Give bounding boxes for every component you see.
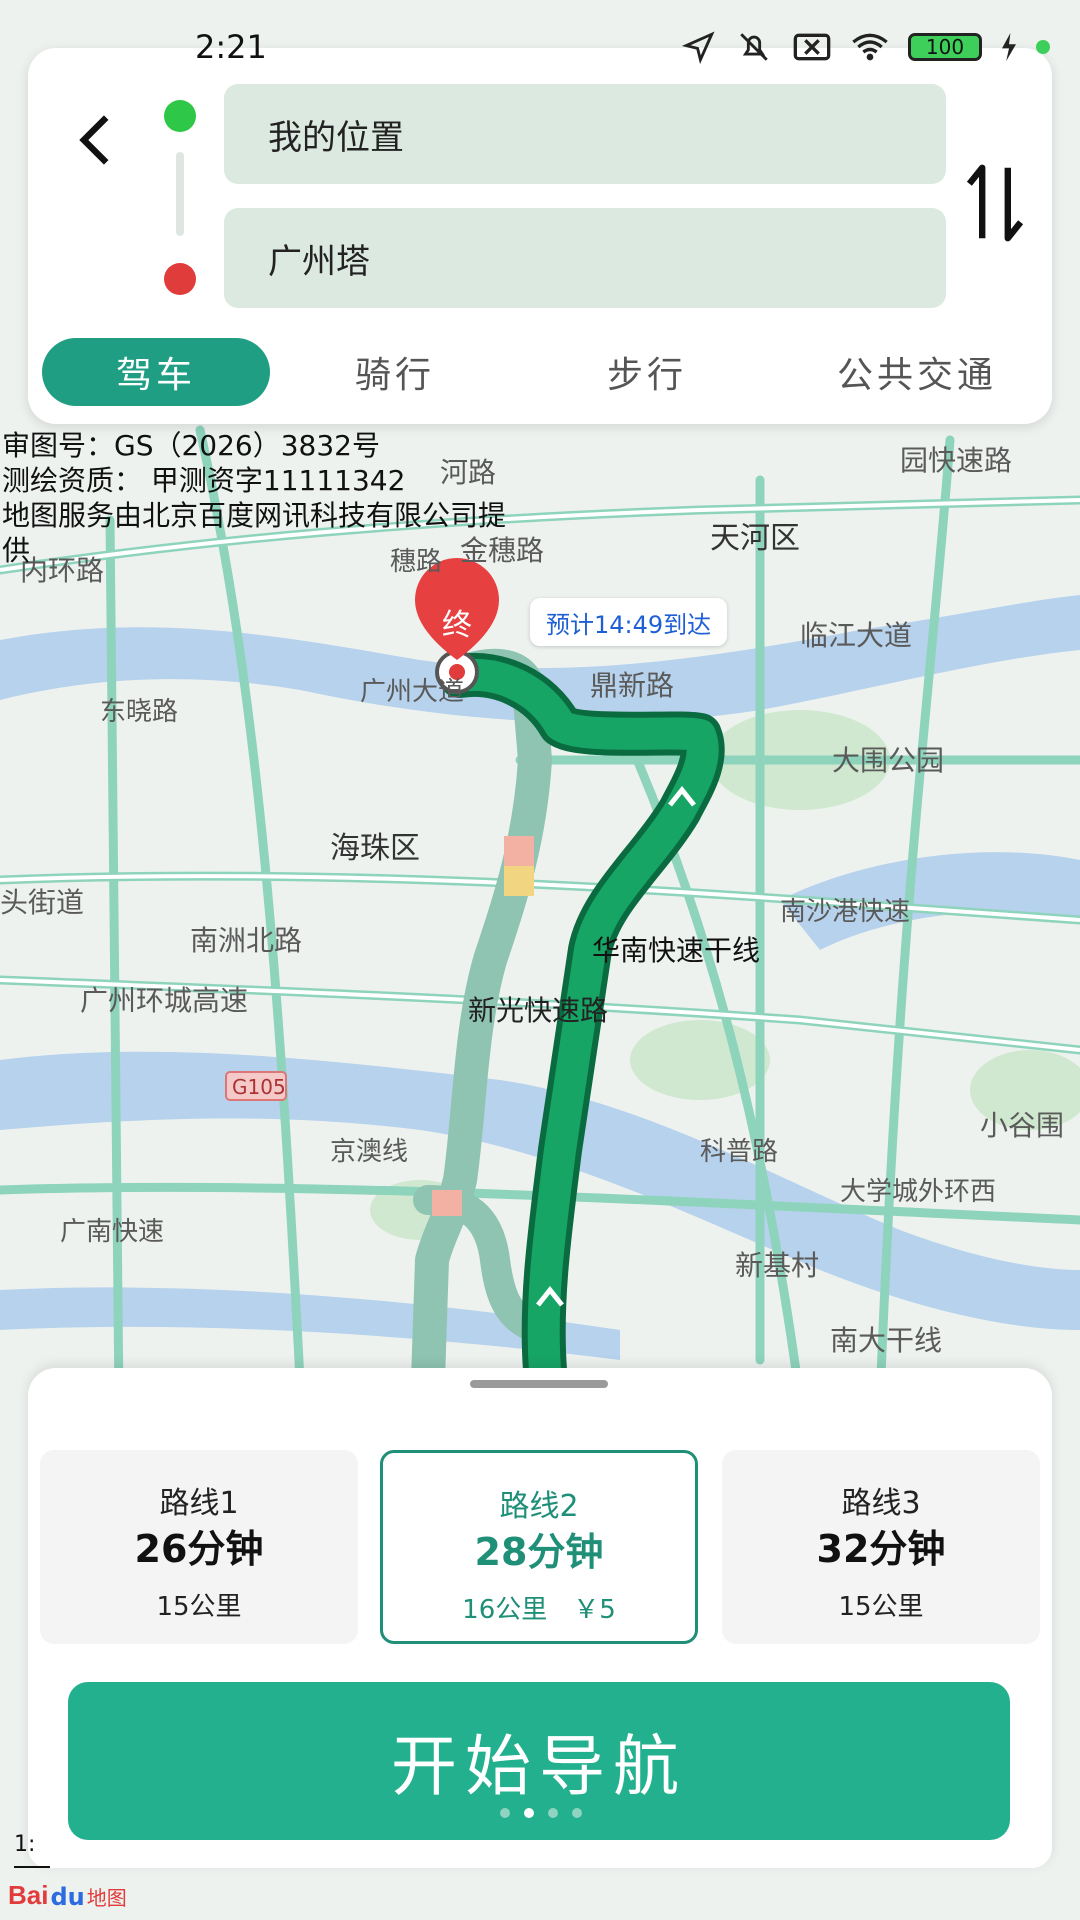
map-label: 南洲北路 xyxy=(190,924,302,957)
map-label: 广南快速 xyxy=(60,1217,164,1247)
route-option-2[interactable]: 路线2 28分钟 16公里 ￥5 xyxy=(380,1450,698,1644)
destination-input[interactable]: 广州塔 xyxy=(224,208,946,308)
map-label: G105 xyxy=(232,1075,286,1099)
page-indicator xyxy=(500,1808,582,1818)
back-arrow-icon[interactable] xyxy=(68,108,122,172)
map-label: 鼎新路 xyxy=(590,669,674,702)
swap-arrows-icon[interactable] xyxy=(963,153,1027,253)
tab-cycling[interactable]: 骑行 xyxy=(290,338,500,406)
route-option-1[interactable]: 路线1 26分钟 15公里 xyxy=(40,1450,358,1644)
map-label: 海珠区 xyxy=(330,831,420,866)
route-options-panel: 路线1 26分钟 15公里 路线2 28分钟 16公里 ￥5 路线3 32分钟 … xyxy=(28,1368,1052,1868)
green-dot-icon xyxy=(1036,40,1050,54)
drag-handle[interactable] xyxy=(470,1380,608,1388)
map-label: 大学城外环西 xyxy=(840,1177,996,1207)
logo-text: Bai xyxy=(8,1880,49,1910)
map-label: 广州环城高速 xyxy=(80,984,248,1017)
eta-badge: 预计14:49到达 xyxy=(530,598,728,646)
route-distance: 16公里 ￥5 xyxy=(462,1595,616,1625)
sim-off-icon xyxy=(793,33,831,61)
page-dot xyxy=(572,1808,582,1818)
map-label: 科普路 xyxy=(700,1137,778,1167)
end-marker-label: 终 xyxy=(442,608,472,643)
baidu-logo: Bai du 地图 xyxy=(8,1880,127,1911)
approval-line: 地图服务由北京百度网讯科技有限公司提供 xyxy=(2,499,507,567)
route-option-3[interactable]: 路线3 32分钟 15公里 xyxy=(722,1450,1040,1644)
map-approval-text: 审图号：GS（2026）3832号 测绘资质： 甲测资字11111342 地图服… xyxy=(2,428,532,568)
map-label: 南沙港快速 xyxy=(780,897,910,927)
map-label: 广州大道 xyxy=(360,677,464,707)
map-scale: 1: xyxy=(14,1832,36,1857)
scale-bar xyxy=(14,1866,50,1868)
map-label: 华南快速干线 xyxy=(592,934,760,967)
battery-icon: 100 xyxy=(908,33,982,61)
origin-input[interactable]: 我的位置 xyxy=(224,84,946,184)
tab-driving[interactable]: 驾车 xyxy=(42,338,270,406)
map-label: 小谷围 xyxy=(980,1109,1064,1142)
map-label: 新基村 xyxy=(735,1249,819,1282)
wifi-icon xyxy=(852,33,888,61)
route-duration: 28分钟 xyxy=(474,1530,604,1574)
route-name: 路线1 xyxy=(159,1486,239,1521)
route-name: 路线3 xyxy=(841,1486,921,1521)
approval-line: 测绘资质： 甲测资字11111342 xyxy=(2,464,406,497)
tab-transit[interactable]: 公共交通 xyxy=(792,338,1042,406)
map-label: 东晓路 xyxy=(100,697,178,727)
status-icons: 100 xyxy=(682,30,1050,64)
route-distance: 15公里 xyxy=(156,1592,242,1622)
page-dot-active xyxy=(524,1808,534,1818)
map-label: 头街道 xyxy=(0,886,84,919)
map-label: 临江大道 xyxy=(800,619,912,652)
route-search-card: 我的位置 广州塔 驾车 骑行 步行 公共交通 xyxy=(28,48,1052,424)
paw-icon: du xyxy=(50,1883,85,1911)
map-label: 京澳线 xyxy=(330,1137,408,1167)
map-label: 新光快速路 xyxy=(468,994,608,1027)
travel-mode-tabs: 驾车 骑行 步行 公共交通 xyxy=(42,338,1042,406)
route-duration: 26分钟 xyxy=(134,1527,264,1571)
map-label: 园快速路 xyxy=(900,444,1012,477)
map-label: 南大干线 xyxy=(830,1324,942,1357)
charging-icon xyxy=(1002,33,1016,61)
route-connector xyxy=(176,152,184,236)
page-dot xyxy=(548,1808,558,1818)
logo-suffix: 地图 xyxy=(86,1886,127,1910)
start-point-icon xyxy=(164,100,196,132)
page-dot xyxy=(500,1808,510,1818)
tab-walking[interactable]: 步行 xyxy=(542,338,752,406)
map-label: 大围公园 xyxy=(832,744,944,777)
route-distance: 15公里 xyxy=(838,1592,924,1622)
approval-line: 审图号：GS（2026）3832号 xyxy=(2,429,380,462)
end-point-icon xyxy=(164,263,196,295)
route-duration: 32分钟 xyxy=(816,1527,946,1571)
mute-icon xyxy=(740,33,768,61)
status-time: 2:21 xyxy=(195,28,267,66)
location-icon xyxy=(682,31,715,64)
status-bar: 2:21 100 xyxy=(0,0,1080,96)
route-name: 路线2 xyxy=(499,1489,579,1524)
map-label: 天河区 xyxy=(710,521,800,556)
